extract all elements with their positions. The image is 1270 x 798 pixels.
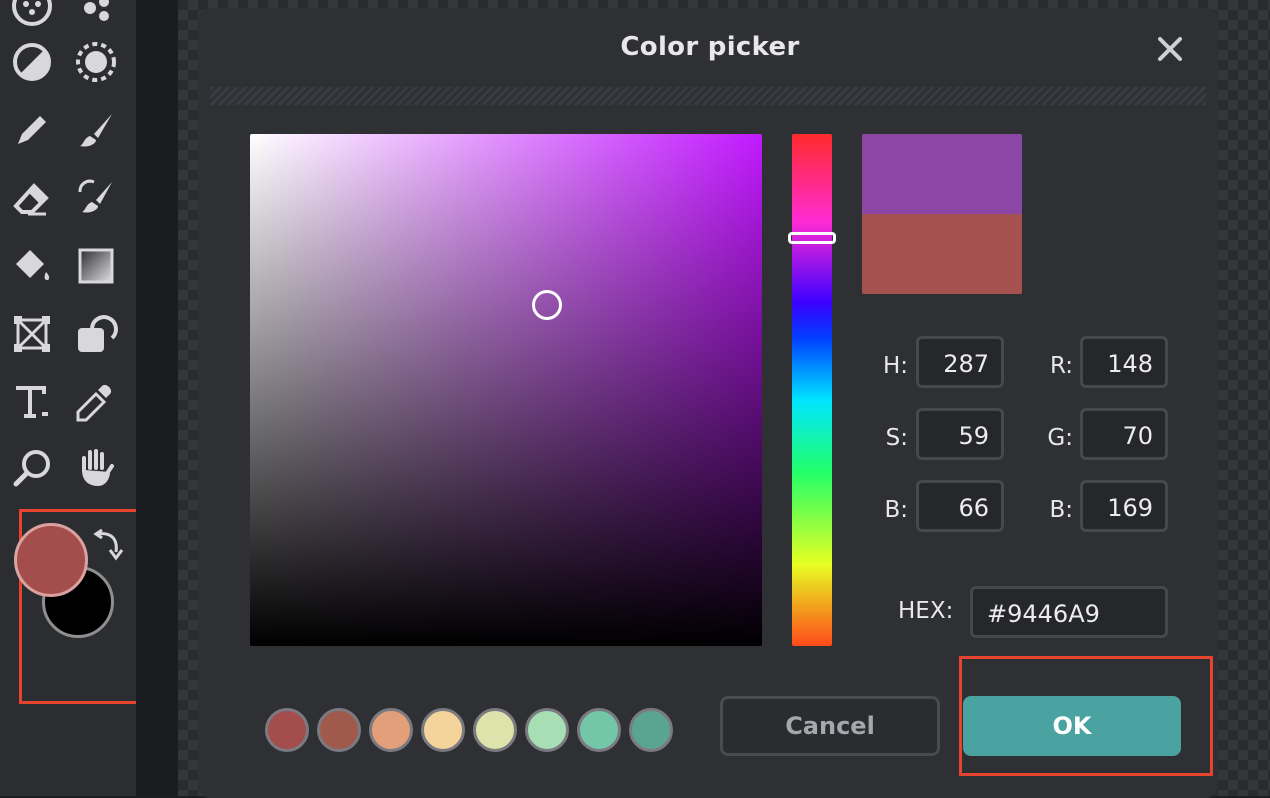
hand-icon[interactable]	[72, 444, 120, 492]
hex-field[interactable]: #9446A9	[970, 586, 1168, 638]
r-label: R:	[1049, 353, 1073, 379]
palette-swatch[interactable]	[525, 708, 569, 752]
r-field[interactable]: 148	[1080, 336, 1168, 388]
header-divider	[210, 87, 1206, 105]
hex-label: HEX:	[898, 598, 954, 624]
hue-slider[interactable]	[792, 134, 832, 646]
color-cursor[interactable]	[532, 290, 562, 320]
palette-swatch[interactable]	[577, 708, 621, 752]
close-icon[interactable]	[1153, 32, 1187, 66]
palette-swatch[interactable]	[265, 708, 309, 752]
filter-icon[interactable]	[8, 0, 56, 30]
g-field[interactable]: 70	[1080, 408, 1168, 460]
smudge-brush-icon[interactable]	[72, 174, 120, 222]
cancel-button[interactable]: Cancel	[720, 696, 940, 756]
h-label: H:	[882, 353, 908, 379]
zoom-icon[interactable]	[8, 444, 56, 492]
eyedropper-icon[interactable]	[72, 378, 120, 426]
blue-field[interactable]: 169	[1080, 480, 1168, 532]
crop-transform-icon[interactable]	[8, 310, 56, 358]
lasso-icon[interactable]	[72, 310, 120, 358]
s-label: S:	[885, 425, 908, 451]
palette-swatch[interactable]	[473, 708, 517, 752]
blue-label: B:	[1049, 497, 1073, 523]
palette-swatch[interactable]	[629, 708, 673, 752]
paint-bucket-icon[interactable]	[8, 242, 56, 290]
palette-swatch[interactable]	[317, 708, 361, 752]
adjust-contrast-icon[interactable]	[8, 38, 56, 86]
toolbar	[0, 0, 145, 796]
palette-swatch[interactable]	[369, 708, 413, 752]
text-tool-icon[interactable]	[8, 378, 56, 426]
palette-swatch[interactable]	[421, 708, 465, 752]
new-color-preview	[862, 134, 1022, 214]
h-field[interactable]: 287	[916, 336, 1004, 388]
b-label: B:	[884, 497, 908, 523]
old-color-preview	[862, 214, 1022, 294]
dialog-title: Color picker	[620, 32, 800, 62]
g-label: G:	[1047, 425, 1073, 451]
brush-icon[interactable]	[72, 106, 120, 154]
gradient-icon[interactable]	[72, 242, 120, 290]
saturation-brightness-area[interactable]	[250, 134, 762, 646]
effects-icon[interactable]	[72, 0, 120, 30]
sun-icon[interactable]	[72, 38, 120, 86]
foreground-color-swatch[interactable]	[14, 523, 88, 597]
s-field[interactable]: 59	[916, 408, 1004, 460]
pencil-icon[interactable]	[8, 106, 56, 154]
eraser-icon[interactable]	[8, 174, 56, 222]
annotation-highlight	[959, 656, 1213, 776]
panel-divider	[136, 0, 178, 796]
hue-slider-handle[interactable]	[788, 232, 836, 244]
brightness-field[interactable]: 66	[916, 480, 1004, 532]
